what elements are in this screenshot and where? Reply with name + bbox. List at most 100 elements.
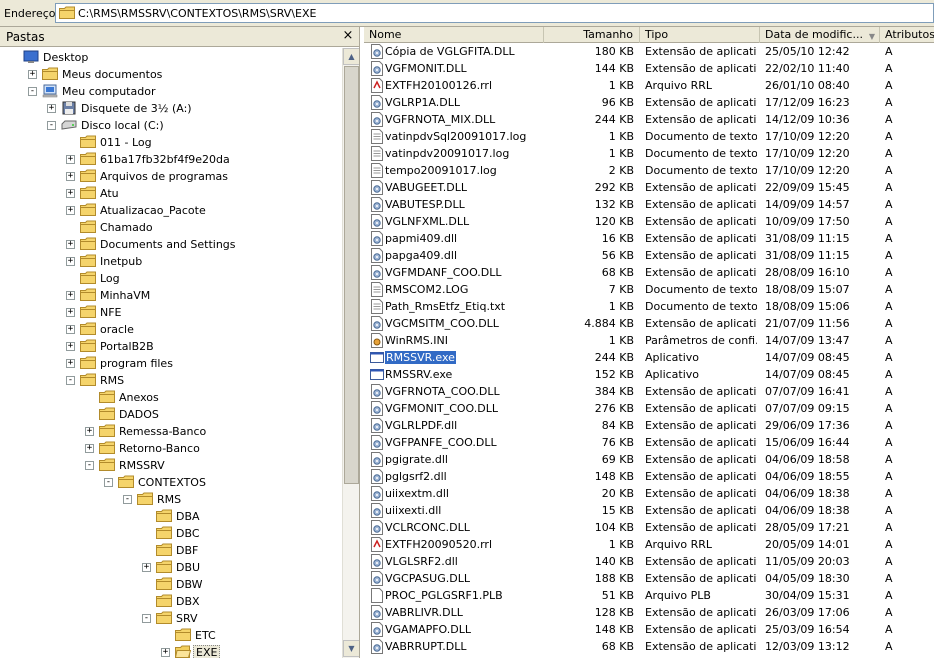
tree-node-label: Retorno-Banco	[119, 442, 200, 455]
folder-icon	[99, 407, 115, 421]
file-row[interactable]: VGFMDANF_COO.DLL 68 KB Extensão de aplicat…	[364, 264, 934, 281]
folder-icon	[80, 186, 96, 200]
file-row[interactable]: PROC_PGLGSRF1.PLB 51 KB Arquivo PLB 30/04/0…	[364, 587, 934, 604]
file-attributes: A	[885, 113, 893, 126]
file-row[interactable]: Cópia de VGLGFITA.DLL 180 KB Extensão de a…	[364, 43, 934, 60]
column-size[interactable]: Tamanho	[544, 27, 640, 43]
rrl-icon	[370, 78, 384, 93]
file-row[interactable]: papga409.dll 56 KB Extensão de aplicativo 3…	[364, 247, 934, 264]
file-row[interactable]: VABRLIVR.DLL 128 KB Extensão de aplicativo…	[364, 604, 934, 621]
tree-node-label: Meu computador	[62, 85, 156, 98]
expand-icon[interactable]: +	[66, 189, 75, 198]
file-row[interactable]: EXTFH20100126.rrl 1 KB Arquivo RRL 26/01/10…	[364, 77, 934, 94]
file-row[interactable]: vatinpdv20091017.log 1 KB Documento de tex…	[364, 145, 934, 162]
scroll-down-icon[interactable]: ▼	[343, 640, 359, 657]
file-date: 28/05/09 17:21	[765, 521, 850, 534]
file-attributes: A	[885, 470, 893, 483]
expand-icon[interactable]: +	[28, 70, 37, 79]
file-name: VABRLIVR.DLL	[385, 606, 463, 619]
collapse-icon[interactable]: -	[123, 495, 132, 504]
collapse-icon[interactable]: -	[47, 121, 56, 130]
computer-icon	[42, 84, 58, 98]
expand-icon[interactable]: +	[66, 325, 75, 334]
file-row[interactable]: RMSCOM2.LOG 7 KB Documento de texto 18/08/0…	[364, 281, 934, 298]
scroll-up-icon[interactable]: ▲	[343, 48, 359, 65]
file-row[interactable]: VGLRLPDF.dll 84 KB Extensão de aplicativo 2…	[364, 417, 934, 434]
tree-node-label: SRV	[176, 612, 198, 625]
column-type[interactable]: Tipo	[640, 27, 760, 43]
file-row[interactable]: pgigrate.dll 69 KB Extensão de aplicativo 0…	[364, 451, 934, 468]
folder-icon	[80, 322, 96, 336]
file-date: 25/05/10 12:42	[765, 45, 850, 58]
collapse-icon[interactable]: -	[66, 376, 75, 385]
file-row[interactable]: papmi409.dll 16 KB Extensão de aplicativo 3…	[364, 230, 934, 247]
expand-icon[interactable]: +	[85, 427, 94, 436]
scroll-thumb[interactable]	[344, 66, 359, 484]
file-row[interactable]: EXTFH20090520.rrl 1 KB Arquivo RRL 20/05/09…	[364, 536, 934, 553]
file-row[interactable]: VABUTESP.DLL 132 KB Extensão de aplicativo…	[364, 196, 934, 213]
collapse-icon[interactable]: -	[85, 461, 94, 470]
file-name: PROC_PGLGSRF1.PLB	[385, 589, 503, 602]
expand-icon[interactable]: +	[85, 444, 94, 453]
file-row[interactable]: uiixexti.dll 15 KB Extensão de aplicativo 0…	[364, 502, 934, 519]
file-date: 14/09/09 14:57	[765, 198, 850, 211]
column-name[interactable]: Nome	[364, 27, 544, 43]
file-row[interactable]: RMSSRV.exe 152 KB Aplicativo 14/07/09 08:45…	[364, 366, 934, 383]
expand-icon[interactable]: +	[142, 563, 151, 572]
file-row[interactable]: VGLRP1A.DLL 96 KB Extensão de aplicativo 17…	[364, 94, 934, 111]
file-row[interactable]: VGFMONIT.DLL 144 KB Extensão de aplicativo…	[364, 60, 934, 77]
file-attributes: A	[885, 504, 893, 517]
dll-icon	[370, 469, 384, 484]
collapse-icon[interactable]: -	[28, 87, 37, 96]
file-row[interactable]: VGLNFXML.DLL 120 KB Extensão de aplicativo…	[364, 213, 934, 230]
file-row[interactable]: RMSSVR.exe 244 KB Aplicativo 14/07/09 08:45…	[364, 349, 934, 366]
file-attributes: A	[885, 130, 893, 143]
file-row[interactable]: tempo20091017.log 2 KB Documento de texto 1…	[364, 162, 934, 179]
folder-icon	[156, 526, 172, 540]
file-row[interactable]: WinRMS.INI 1 KB Parâmetros de confi... 14/0…	[364, 332, 934, 349]
file-row[interactable]: VGCMSITM_COO.DLL 4.884 KB Extensão de apli…	[364, 315, 934, 332]
file-row[interactable]: VGFMONIT_COO.DLL 276 KB Extensão de aplica…	[364, 400, 934, 417]
file-row[interactable]: vatinpdvSql20091017.log 1 KB Documento de …	[364, 128, 934, 145]
column-date[interactable]: Data de modific... ▼	[760, 27, 880, 43]
expand-icon[interactable]: +	[66, 342, 75, 351]
file-row[interactable]: VGFRNOTA_MIX.DLL 244 KB Extensão de aplica…	[364, 111, 934, 128]
file-row[interactable]: Path_RmsEtfz_Etiq.txt 1 KB Documento de te…	[364, 298, 934, 315]
file-name: VABUGEET.DLL	[385, 181, 468, 194]
file-date: 15/06/09 16:44	[765, 436, 850, 449]
file-attributes: A	[885, 351, 893, 364]
folders-scrollbar[interactable]: ▲ ▼	[342, 48, 359, 658]
file-row[interactable]: VABRRUPT.DLL 68 KB Extensão de aplicativo 1…	[364, 638, 934, 655]
file-date: 22/02/10 11:40	[765, 62, 850, 75]
dll-icon	[370, 112, 384, 127]
file-row[interactable]: VGFPANFE_COO.DLL 76 KB Extensão de aplicat…	[364, 434, 934, 451]
expand-icon[interactable]: +	[66, 240, 75, 249]
file-row[interactable]: VCLRCONC.DLL 104 KB Extensão de aplicativo…	[364, 519, 934, 536]
file-row[interactable]: uiixextm.dll 20 KB Extensão de aplicativo 0…	[364, 485, 934, 502]
expand-icon[interactable]: +	[161, 648, 170, 657]
dll-icon	[370, 571, 384, 586]
collapse-icon[interactable]: -	[104, 478, 113, 487]
expand-icon[interactable]: +	[66, 172, 75, 181]
expand-icon[interactable]: +	[47, 104, 56, 113]
expand-icon[interactable]: +	[66, 155, 75, 164]
column-attributes[interactable]: Atributos	[880, 27, 934, 43]
file-row[interactable]: VLGLSRF2.dll 140 KB Extensão de aplicativo…	[364, 553, 934, 570]
file-row[interactable]: VGFRNOTA_COO.DLL 384 KB Extensão de aplica…	[364, 383, 934, 400]
file-size: 244 KB	[594, 113, 634, 126]
expand-icon[interactable]: +	[66, 257, 75, 266]
file-row[interactable]: VABUGEET.DLL 292 KB Extensão de aplicativo…	[364, 179, 934, 196]
expand-icon[interactable]: +	[66, 291, 75, 300]
expand-icon[interactable]: +	[66, 359, 75, 368]
collapse-icon[interactable]: -	[142, 614, 151, 623]
expand-icon[interactable]: +	[66, 206, 75, 215]
file-row[interactable]: VGAMAPFO.DLL 148 KB Extensão de aplicativo…	[364, 621, 934, 638]
address-input[interactable]: C:\RMS\RMSSRV\CONTEXTOS\RMS\SRV\EXE	[55, 3, 934, 23]
tree-node-label: Disquete de 3½ (A:)	[81, 102, 192, 115]
close-icon[interactable]: ×	[340, 28, 356, 44]
file-row[interactable]: pglgsrf2.dll 148 KB Extensão de aplicativo…	[364, 468, 934, 485]
expand-icon[interactable]: +	[66, 308, 75, 317]
file-row[interactable]: VGCPASUG.DLL 188 KB Extensão de aplicativo…	[364, 570, 934, 587]
dll-icon	[370, 605, 384, 620]
tree-node-label: RMSSRV	[119, 459, 165, 472]
